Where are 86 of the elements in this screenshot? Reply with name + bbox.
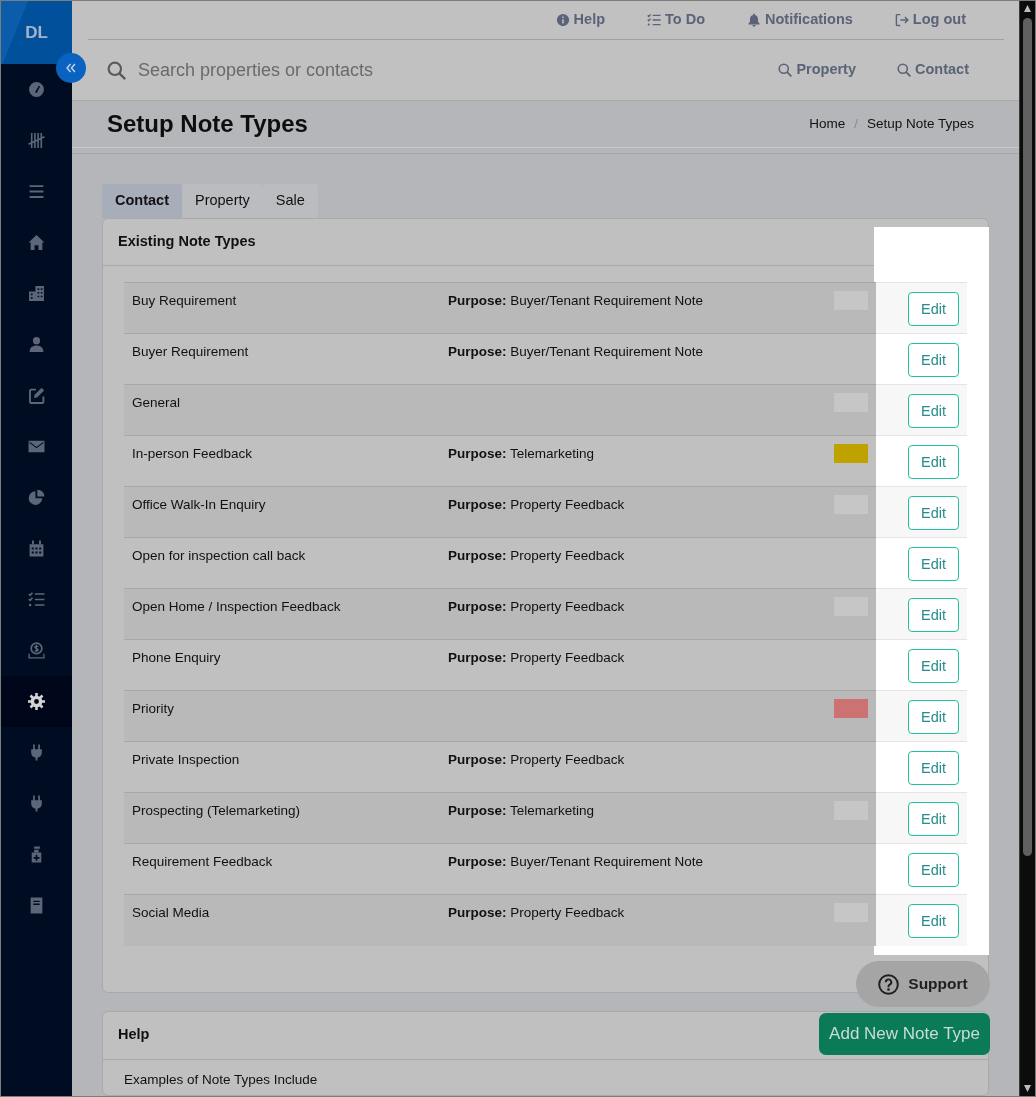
plug-icon: [28, 795, 45, 812]
top-nav-link[interactable]: Help: [555, 9, 606, 31]
support-button[interactable]: Support: [856, 961, 990, 1007]
note-type-name: Buyer Requirement: [132, 344, 249, 359]
search-icon: [778, 63, 793, 77]
breadcrumb-separator: /: [854, 114, 858, 133]
page-title: Setup Note Types: [107, 109, 308, 139]
logo: DL: [1, 1, 72, 64]
dollar-coin-icon: [28, 642, 45, 659]
note-type-purpose: Purpose: Property Feedback: [448, 752, 625, 767]
pie-chart-icon: [28, 489, 45, 506]
checklist-icon: [647, 13, 662, 27]
top-nav-link[interactable]: Log out: [894, 9, 966, 31]
top-nav-link[interactable]: To Do: [647, 9, 706, 31]
search-field[interactable]: Search properties or contacts: [138, 56, 558, 84]
note-type-purpose: Purpose: Telemarketing: [448, 803, 595, 818]
tab[interactable]: Sale: [262, 184, 318, 218]
envelope-icon: [28, 438, 45, 455]
gauge-icon: [28, 81, 45, 98]
note-type-name: In-person Feedback: [132, 446, 253, 461]
edit-button[interactable]: Edit: [908, 496, 959, 530]
note-type-name: General: [132, 395, 181, 410]
search-icon: [107, 60, 126, 80]
search-icon: [897, 63, 911, 77]
note-type-purpose: Purpose: Telemarketing: [448, 446, 595, 461]
top-nav-link[interactable]: Notifications: [747, 9, 853, 31]
edit-button[interactable]: Edit: [908, 547, 959, 581]
search-scope-link[interactable]: Property: [778, 59, 856, 81]
edit-button[interactable]: Edit: [908, 598, 959, 632]
tab[interactable]: Contact: [102, 184, 182, 218]
tally-icon: [28, 132, 45, 149]
caret-down-icon: [1023, 1085, 1032, 1092]
breadcrumb-link[interactable]: Home: [809, 113, 846, 135]
info-icon: [555, 13, 570, 27]
note-type-purpose: Purpose: Buyer/Tenant Requirement Note: [448, 854, 704, 869]
scrollbar-thumb[interactable]: [1023, 18, 1032, 856]
checklist-icon: [28, 591, 45, 608]
card-title: Existing Note Types: [118, 232, 256, 252]
note-type-name: Private Inspection: [132, 752, 240, 767]
home-icon: [28, 234, 45, 251]
note-type-purpose: Purpose: Property Feedback: [448, 905, 625, 920]
edit-button[interactable]: Edit: [908, 802, 959, 836]
person-icon: [28, 336, 45, 353]
edit-button[interactable]: Edit: [908, 904, 959, 938]
edit-icon: [28, 387, 45, 404]
logout-icon: [894, 13, 909, 27]
edit-button[interactable]: Edit: [908, 343, 959, 377]
tab[interactable]: Property: [182, 184, 263, 218]
note-type-purpose: Purpose: Buyer/Tenant Requirement Note: [448, 293, 704, 308]
note-type-purpose: Purpose: Property Feedback: [448, 599, 625, 614]
bell-icon: [747, 13, 762, 27]
question-circle-icon: [878, 973, 900, 995]
chevrons-left-icon: [64, 61, 78, 75]
caret-up-icon: [1023, 5, 1032, 12]
edit-button[interactable]: Edit: [908, 394, 959, 428]
add-note-type-button[interactable]: Add New Note Type: [819, 1013, 990, 1055]
note-type-name: Priority: [132, 701, 174, 716]
note-type-name: Prospecting (Telemarketing): [132, 803, 301, 818]
edit-button[interactable]: Edit: [908, 853, 959, 887]
list-icon: [28, 183, 45, 200]
note-type-purpose: Purpose: Property Feedback: [448, 497, 625, 512]
edit-button[interactable]: Edit: [908, 751, 959, 785]
book-icon: [28, 897, 45, 914]
search-scope-link[interactable]: Contact: [897, 59, 969, 81]
note-type-name: Open Home / Inspection Feedback: [132, 599, 341, 614]
note-type-name: Social Media: [132, 905, 210, 920]
building-icon: [28, 285, 45, 302]
settings-icon: [28, 693, 45, 710]
plug-icon: [28, 744, 45, 761]
note-type-purpose: Purpose: Property Feedback: [448, 650, 625, 665]
note-type-name: Open for inspection call back: [132, 548, 306, 563]
note-type-name: Requirement Feedback: [132, 854, 273, 869]
note-type-name: Phone Enquiry: [132, 650, 221, 665]
note-type-name: Buy Requirement: [132, 293, 237, 308]
calendar-icon: [28, 540, 45, 557]
help-text: Examples of Note Types Include: [124, 1071, 318, 1087]
edit-button[interactable]: Edit: [908, 445, 959, 479]
edit-button[interactable]: Edit: [908, 700, 959, 734]
note-type-purpose: Purpose: Buyer/Tenant Requirement Note: [448, 344, 704, 359]
note-type-name: Office Walk-In Enquiry: [132, 497, 266, 512]
edit-button[interactable]: Edit: [908, 292, 959, 326]
breadcrumb-current: Setup Note Types: [866, 114, 974, 133]
note-type-purpose: Purpose: Property Feedback: [448, 548, 625, 563]
card-title: Help: [118, 1025, 150, 1045]
edit-button[interactable]: Edit: [908, 649, 959, 683]
sidebar-item[interactable]: [1, 676, 72, 727]
